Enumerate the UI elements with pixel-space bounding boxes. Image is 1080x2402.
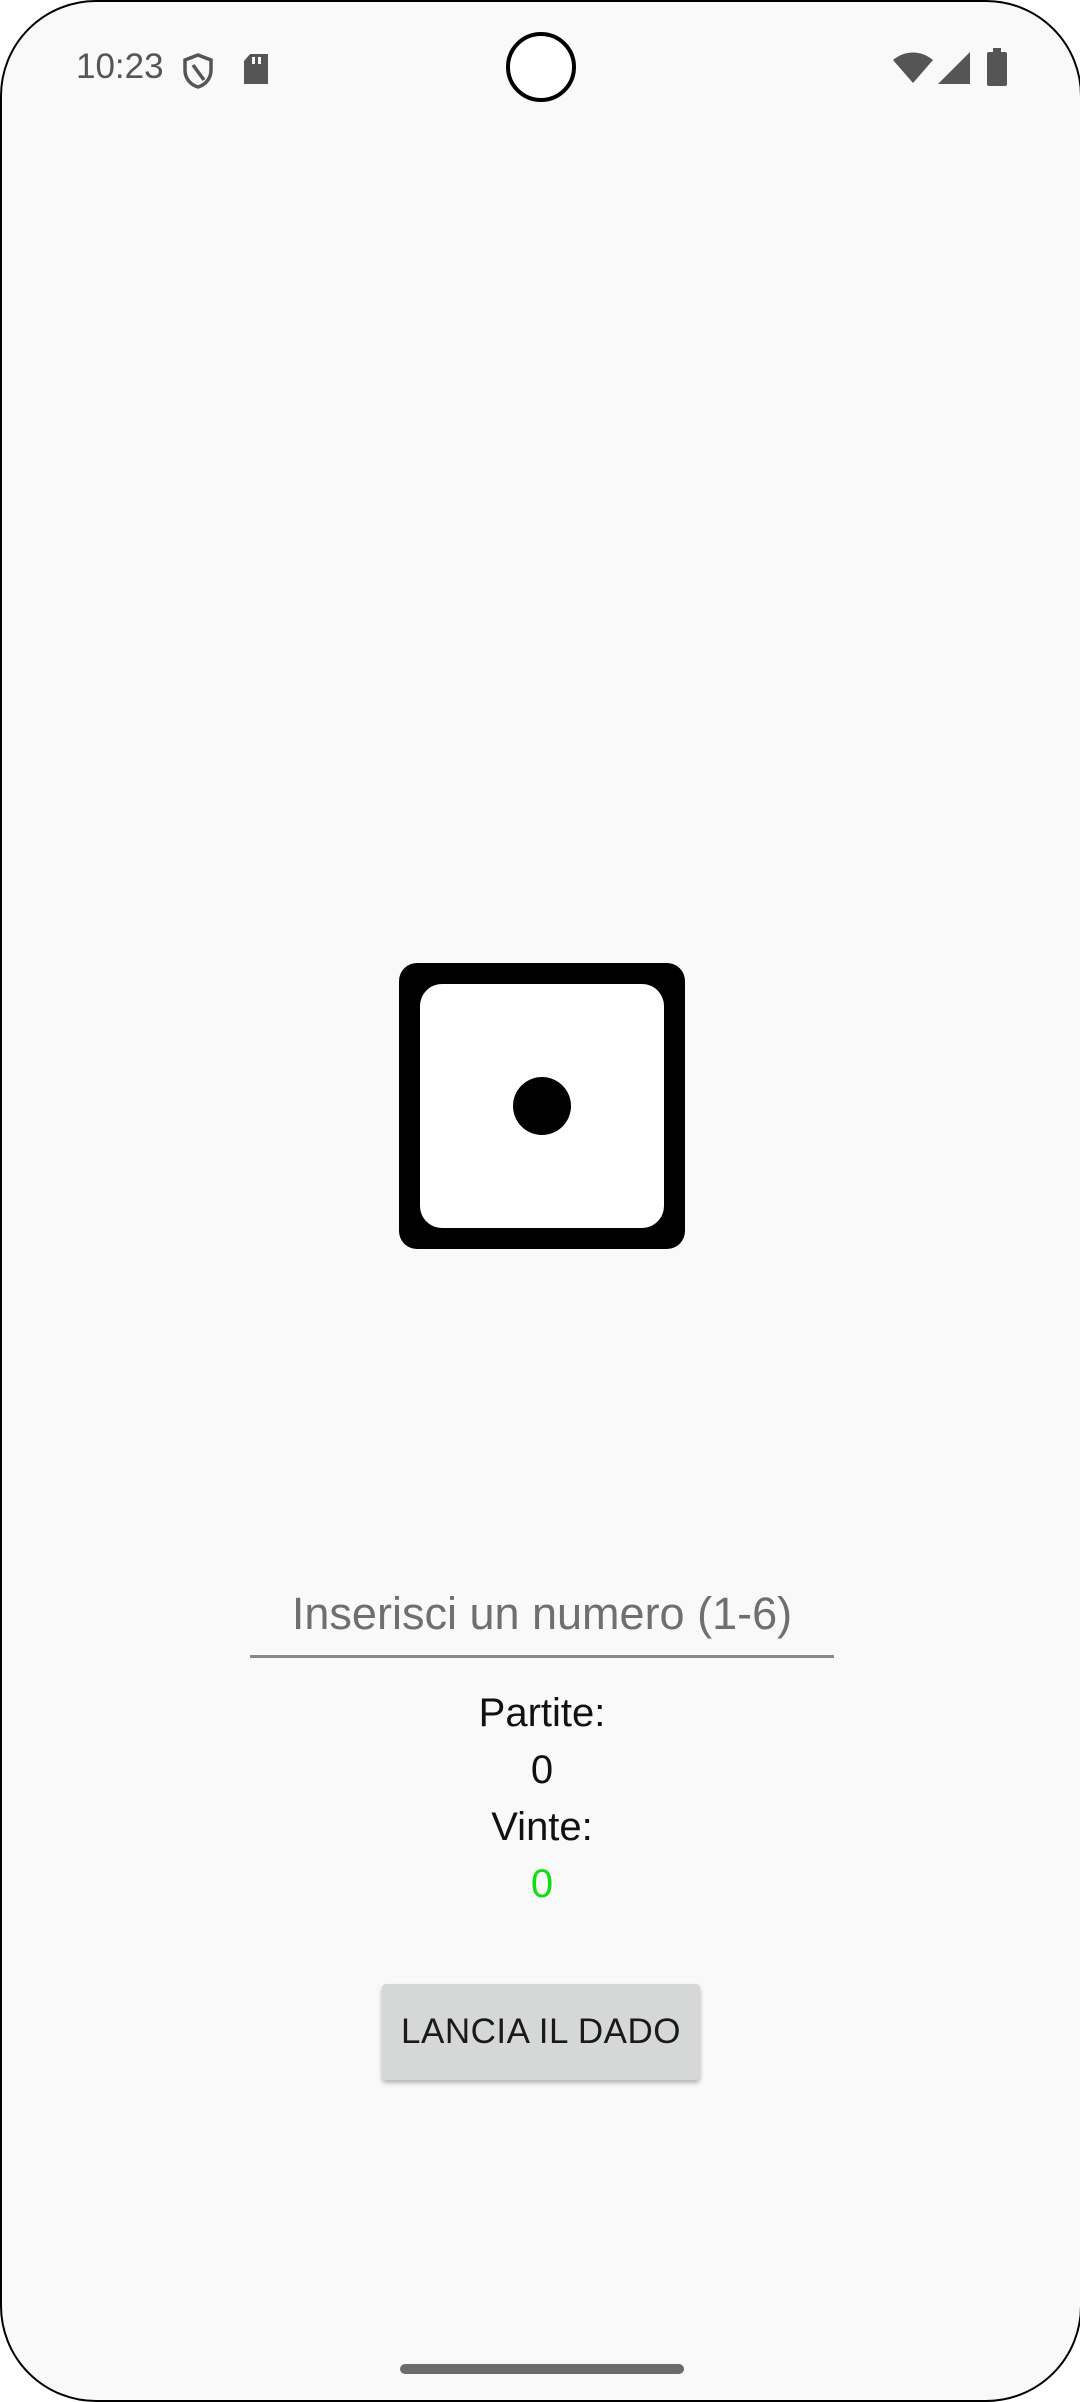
dice-one-icon[interactable]	[399, 963, 685, 1249]
wins-count: 0	[530, 1862, 554, 1906]
roll-dice-button[interactable]: LANCIA IL DADO	[382, 1984, 700, 2080]
games-label: Partite:	[478, 1691, 606, 1735]
wins-label: Vinte:	[491, 1805, 593, 1849]
gesture-navigation-bar[interactable]	[400, 2364, 684, 2374]
front-camera	[506, 32, 576, 102]
dice-face	[420, 984, 664, 1228]
phone-screen: 10:23 Partite: 0 Vinte: 0 LANCIA IL	[0, 0, 1080, 2402]
dice-pip	[513, 1077, 571, 1135]
sd-card-icon	[244, 54, 268, 84]
wifi-icon	[893, 52, 933, 83]
battery-icon	[987, 48, 1007, 86]
signal-icon	[938, 52, 970, 84]
games-count: 0	[530, 1748, 554, 1792]
shield-icon	[183, 53, 213, 89]
number-input[interactable]	[250, 1572, 834, 1658]
status-time: 10:23	[76, 47, 164, 86]
